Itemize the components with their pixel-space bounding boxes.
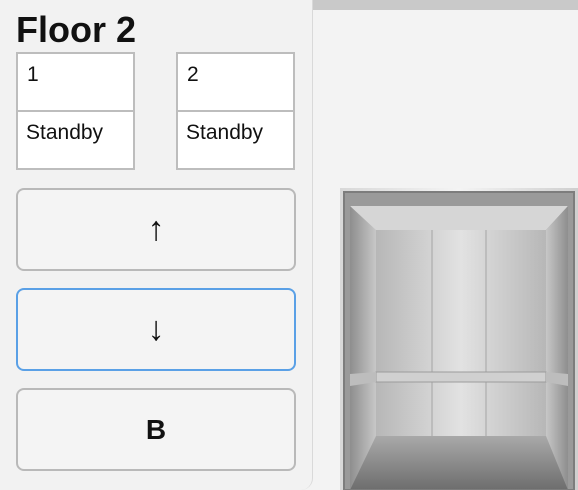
elevator-car-image: [340, 188, 578, 490]
elevator-app: Floor 2 1 Standby 2 Standby ↑ ↓ B: [0, 0, 578, 490]
car-status-1: 1 Standby: [16, 52, 135, 170]
elevator-car-illustration: [340, 188, 578, 490]
call-up-button[interactable]: ↑: [16, 188, 296, 271]
floor-title: Floor 2: [16, 9, 137, 50]
call-down-button[interactable]: ↓: [16, 288, 296, 371]
top-bar: [312, 0, 578, 10]
car-state: Standby: [186, 121, 264, 144]
control-panel: Floor 2 1 Standby 2 Standby ↑ ↓ B: [0, 0, 313, 490]
car-status-2: 2 Standby: [176, 52, 295, 170]
car-number: 1: [18, 54, 133, 112]
car-state: Standby: [26, 121, 104, 144]
car-number: 2: [178, 54, 293, 112]
basement-button[interactable]: B: [16, 388, 296, 471]
